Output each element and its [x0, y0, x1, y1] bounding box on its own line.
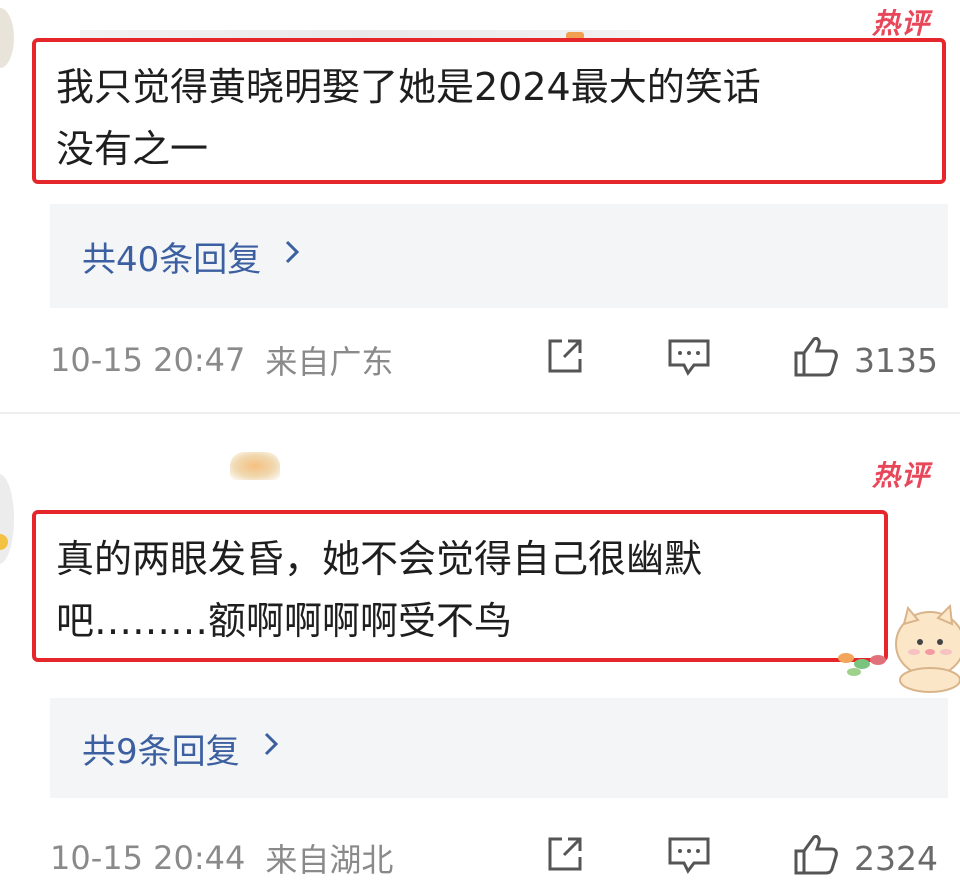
comment-text-line: 我只觉得黄晓明娶了她是2024最大的笑话 — [56, 65, 761, 109]
comment-actions: 3135 — [544, 330, 938, 390]
hot-comment-badge: 热评 — [871, 459, 930, 492]
like-count: 2324 — [854, 838, 938, 878]
hot-comment-badge: 热评 — [871, 7, 930, 40]
comment-meta: 10-15 20:44 来自湖北 2324 — [50, 828, 950, 888]
comment-card: 热评 我只觉得黄晓明娶了她是2024最大的笑话 没有之一 共40条回复 10-1… — [0, 0, 960, 410]
comment-card: 热评 真的两眼发昏，她不会觉得自己很幽默 吧………额啊啊啊啊受不鸟 共9条回复 … — [0, 414, 960, 895]
thumbs-up-icon[interactable] — [792, 333, 840, 387]
comment-location: 来自广东 — [265, 343, 394, 381]
avatar[interactable] — [0, 474, 14, 564]
share-icon[interactable] — [544, 335, 586, 385]
view-replies-button[interactable]: 共9条回复 — [50, 698, 948, 798]
chevron-right-icon — [283, 238, 301, 274]
comment-text-line: 吧………额啊啊啊啊受不鸟 — [56, 599, 513, 643]
user-avatar-ornament — [230, 452, 280, 480]
like-count: 3135 — [854, 340, 938, 380]
avatar[interactable] — [0, 8, 14, 68]
cat-sticker-icon — [834, 594, 960, 698]
chevron-right-icon — [262, 730, 280, 766]
comment-text-line: 没有之一 — [56, 127, 209, 171]
reply-count-label: 共40条回复 — [82, 239, 262, 280]
comment-actions: 2324 — [544, 828, 938, 888]
thumbs-up-icon[interactable] — [792, 831, 840, 885]
reply-count-label: 共9条回复 — [82, 731, 240, 772]
comment-text: 真的两眼发昏，她不会觉得自己很幽默 吧………额啊啊啊啊受不鸟 — [32, 510, 888, 662]
share-icon[interactable] — [544, 833, 586, 883]
comment-icon[interactable] — [666, 335, 712, 385]
comment-time: 10-15 20:44 — [50, 839, 246, 877]
comment-meta: 10-15 20:47 来自广东 3135 — [50, 330, 950, 390]
comment-location: 来自湖北 — [265, 841, 394, 879]
comment-text: 我只觉得黄晓明娶了她是2024最大的笑话 没有之一 — [32, 38, 946, 184]
view-replies-button[interactable]: 共40条回复 — [50, 204, 948, 308]
comment-icon[interactable] — [666, 833, 712, 883]
comment-time: 10-15 20:47 — [50, 341, 246, 379]
comment-text-line: 真的两眼发昏，她不会觉得自己很幽默 — [56, 537, 703, 581]
